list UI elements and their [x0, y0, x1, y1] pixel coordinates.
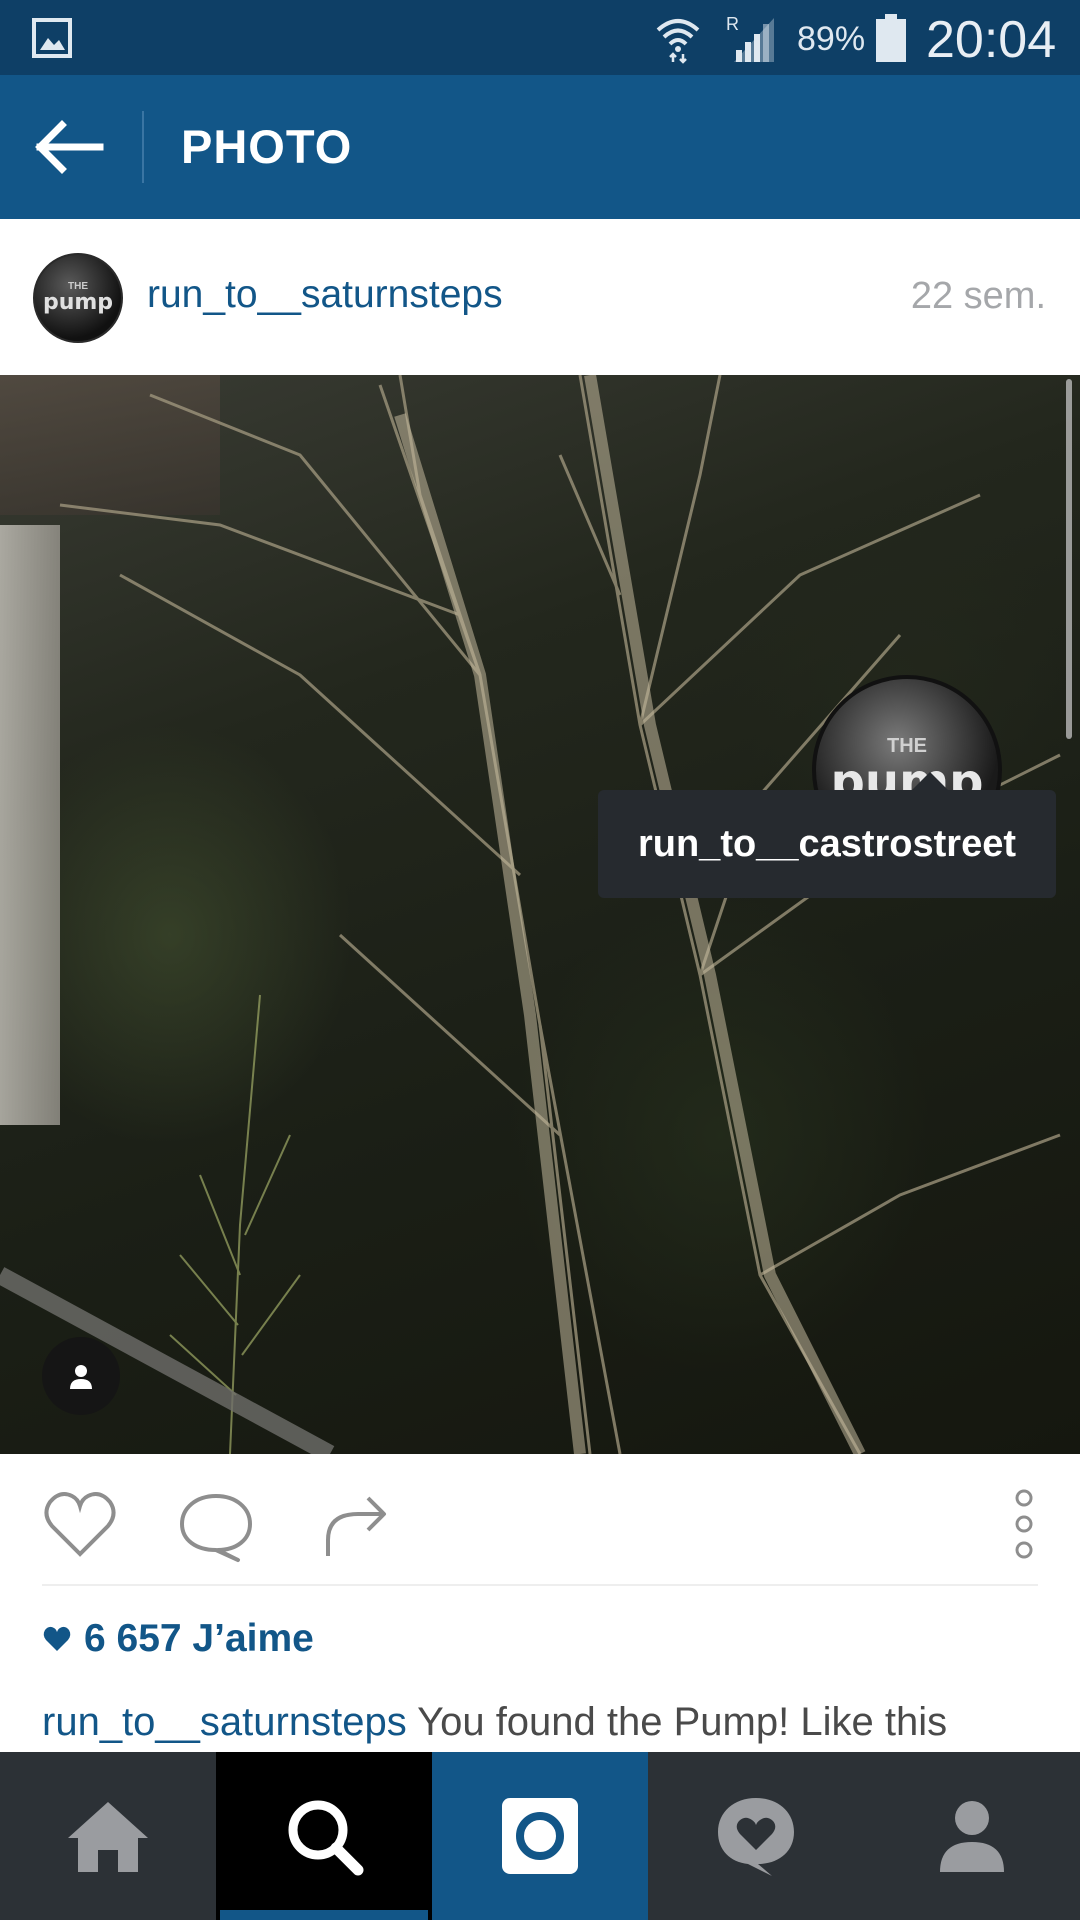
- nav-camera[interactable]: [432, 1752, 648, 1920]
- search-icon: [288, 1800, 364, 1876]
- avatar[interactable]: THE pump: [33, 253, 123, 343]
- share-arrow-icon[interactable]: [316, 1484, 396, 1564]
- nav-home[interactable]: [0, 1752, 216, 1920]
- more-vertical-icon[interactable]: [984, 1484, 1044, 1564]
- camera-icon: [502, 1798, 578, 1874]
- back-arrow-icon[interactable]: [30, 115, 110, 179]
- post-time-ago: 22 sem.: [910, 275, 1046, 317]
- people-tag-button[interactable]: [42, 1337, 120, 1415]
- page-title: PHOTO: [181, 120, 353, 173]
- user-tag-tooltip[interactable]: run_to__castrostreet: [598, 772, 1056, 898]
- post-photo[interactable]: THE pump run_to__castrostreet: [0, 375, 1080, 1454]
- photo-scroll-indicator: [1066, 379, 1072, 739]
- heart-filled-icon: [43, 1626, 71, 1651]
- wifi-icon: [656, 19, 700, 64]
- nav-profile[interactable]: [864, 1752, 1080, 1920]
- battery-percent: 89%: [797, 20, 866, 58]
- battery-icon: [876, 14, 906, 62]
- comment-bubble-icon[interactable]: [176, 1484, 256, 1564]
- post-caption: run_to__saturnsteps You found the Pump! …: [42, 1700, 1052, 1745]
- photo-scene: [0, 375, 1061, 1454]
- nav-search[interactable]: [216, 1752, 432, 1920]
- nav-activity[interactable]: [648, 1752, 864, 1920]
- post-username[interactable]: run_to__saturnsteps: [147, 273, 503, 317]
- avatar-logo-main: pump: [42, 290, 114, 315]
- person-icon: [70, 1365, 92, 1389]
- user-tag-label: run_to__castrostreet: [637, 822, 1017, 865]
- caption-username[interactable]: run_to__saturnsteps: [42, 1700, 407, 1744]
- app-bar: PHOTO: [0, 75, 1080, 219]
- bottom-nav: [0, 1752, 1080, 1920]
- actions-divider: [42, 1584, 1038, 1586]
- activity-heart-icon: [718, 1798, 794, 1876]
- profile-icon: [940, 1801, 1004, 1872]
- home-icon: [68, 1802, 148, 1872]
- app-bar-divider: [142, 111, 144, 183]
- gallery-notification-icon: [32, 18, 72, 58]
- caption-text: You found the Pump! Like this: [417, 1700, 948, 1744]
- signal-icon: R: [726, 14, 774, 62]
- likes-label: 6 657 J’aime: [84, 1617, 314, 1660]
- post-header: THE pump run_to__saturnsteps 22 sem.: [0, 219, 1080, 375]
- likes-count[interactable]: 6 657 J’aime: [42, 1617, 314, 1661]
- clock: 20:04: [926, 11, 1057, 69]
- status-bar: R 89% 20:04: [0, 0, 1080, 75]
- network-roaming-label: R: [726, 14, 739, 34]
- heart-outline-icon[interactable]: [40, 1484, 120, 1564]
- post-actions: [0, 1454, 1080, 1584]
